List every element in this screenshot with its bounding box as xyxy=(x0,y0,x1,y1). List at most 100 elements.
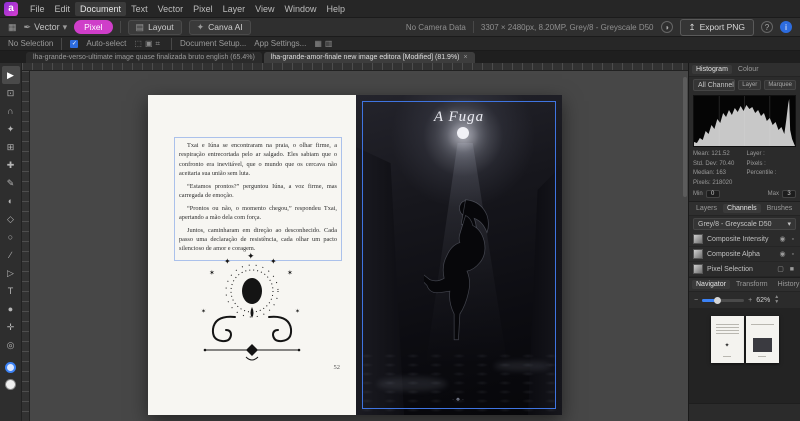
snapping-icons[interactable]: ▦▥ xyxy=(314,39,335,48)
menu-item[interactable]: File xyxy=(25,2,50,16)
tool-button[interactable]: ⊞ xyxy=(2,138,20,156)
max-input[interactable]: 3 xyxy=(782,190,796,198)
menu-item[interactable]: Pixel xyxy=(188,2,218,16)
auto-select-checkbox[interactable]: ✓ xyxy=(70,40,78,48)
paragraph: “Prontos ou não, o momento chegou,” resp… xyxy=(179,204,337,223)
tool-icon: ○ xyxy=(8,232,13,242)
page-thumbnail[interactable]: ✦ xyxy=(711,316,744,363)
panel-tab[interactable]: Channels xyxy=(723,204,761,213)
right-page[interactable]: A Fuga ∙❖∙ xyxy=(356,95,562,415)
tool-icon: ▶ xyxy=(7,70,14,81)
panel-tab[interactable]: Histogram xyxy=(692,65,732,74)
menu-item[interactable]: Vector xyxy=(153,2,189,16)
tool-button[interactable]: ✛ xyxy=(2,318,20,336)
layer-scope-button[interactable]: Layer xyxy=(738,80,761,90)
tool-button[interactable]: ✚ xyxy=(2,156,20,174)
thumbnail-ornament-icon: ✦ xyxy=(724,342,729,349)
help-icon[interactable]: ? xyxy=(761,21,773,33)
chapter-title: A Fuga xyxy=(356,109,562,126)
female-silhouette xyxy=(424,194,510,344)
channel-visibility-icons[interactable]: ▢ ■ xyxy=(777,265,796,273)
paragraph: “Estamos prontos?” perguntou Iúna, a voz… xyxy=(179,182,337,201)
marquee-scope-button[interactable]: Marquee xyxy=(764,80,796,90)
document-info: 3307 × 2480px, 8.20MP, Grey/8 - Greyscal… xyxy=(481,23,654,32)
tool-button[interactable]: ● xyxy=(2,300,20,318)
menu-item[interactable]: Text xyxy=(126,2,153,16)
menu-item[interactable]: Edit xyxy=(50,2,76,16)
panel-tab[interactable]: Transform xyxy=(732,280,772,289)
channel-selector-value: All Channels xyxy=(698,82,735,89)
layout-button[interactable]: ▤ Layout xyxy=(128,20,182,35)
tool-button[interactable]: ◎ xyxy=(2,336,20,354)
vector-persona-selector[interactable]: ✒ Vector ▾ xyxy=(24,22,68,33)
tool-button[interactable]: ∕ xyxy=(2,246,20,264)
panel-tab[interactable]: History xyxy=(774,280,800,289)
channel-visibility-icons[interactable]: ◉ ▫ xyxy=(779,235,796,243)
document-setup-button[interactable]: Document Setup... xyxy=(180,39,246,48)
vertical-ruler[interactable] xyxy=(22,71,30,421)
vector-persona-label: Vector xyxy=(34,22,60,32)
color-mode-dropdown[interactable]: Grey/8 - Greyscale D50 ▾ xyxy=(693,218,796,230)
tool-button[interactable]: ○ xyxy=(2,228,20,246)
close-icon[interactable]: × xyxy=(464,54,468,61)
canvas-area[interactable]: Txai e Iúna se encontraram na praia, o o… xyxy=(30,71,688,421)
export-png-button[interactable]: ↥ Export PNG xyxy=(680,19,754,36)
tool-button[interactable]: ◇ xyxy=(2,210,20,228)
tool-button[interactable]: T xyxy=(2,282,20,300)
histogram-graph xyxy=(693,95,796,147)
menu-item[interactable]: Window xyxy=(279,2,321,16)
tool-icon: T xyxy=(8,286,14,296)
canva-ai-button[interactable]: ✦ Canva AI xyxy=(189,20,251,35)
app-settings-button[interactable]: App Settings... xyxy=(254,39,306,48)
channel-row[interactable]: Composite Intensity ◉ ▫ xyxy=(689,232,800,247)
sun-moon-ornament: ✶ ✦ ✦ ✦ ✶ ✶ ✶ xyxy=(187,247,317,365)
footer-ornament: ∙❖∙ xyxy=(356,397,562,403)
pixel-persona-button[interactable]: Pixel xyxy=(74,20,112,34)
app-logo-icon[interactable]: a xyxy=(4,2,18,16)
min-input[interactable]: 0 xyxy=(706,190,720,198)
tool-strip: ▶ ⊡∩✦⊞✚✎◐◇ ○ ∕▷ T ●✛◎ xyxy=(0,63,22,421)
left-page[interactable]: Txai e Iúna se encontraram na praia, o o… xyxy=(148,95,356,415)
divider xyxy=(171,38,172,50)
vertical-scrollbar[interactable] xyxy=(683,77,687,197)
tool-button[interactable]: ∩ xyxy=(2,102,20,120)
text-frame[interactable]: Txai e Iúna se encontraram na praia, o o… xyxy=(174,137,342,261)
canva-ai-label: Canva AI xyxy=(208,22,243,32)
panel-tab[interactable]: Colour xyxy=(734,65,763,74)
preview-toggle-icon[interactable]: ◑ xyxy=(661,21,673,33)
page-spread[interactable]: Txai e Iúna se encontraram na praia, o o… xyxy=(148,95,562,415)
tool-button[interactable]: ▶ xyxy=(2,66,20,84)
zoom-stepper-icons[interactable]: ▲▼ xyxy=(774,295,779,305)
document-tab-active[interactable]: lha-grande-amor-finale new image editora… xyxy=(264,52,475,63)
channel-selector-dropdown[interactable]: All Channels ▾ xyxy=(693,79,735,91)
panel-tab[interactable]: Layers xyxy=(692,204,721,213)
channel-visibility-icons[interactable]: ◉ ▫ xyxy=(779,250,796,258)
background-color-swatch[interactable] xyxy=(5,379,16,390)
horizontal-ruler[interactable] xyxy=(22,63,688,71)
menu-item[interactable]: Layer xyxy=(218,2,251,16)
selection-mode-icons[interactable]: ⬚▣⌗ xyxy=(134,39,163,49)
tool-button[interactable]: ✎ xyxy=(2,174,20,192)
info-icon[interactable]: i xyxy=(780,21,792,33)
tool-button[interactable]: ✦ xyxy=(2,120,20,138)
channel-row[interactable]: Pixel Selection ▢ ■ xyxy=(689,262,800,277)
panel-tab[interactable]: Brushes xyxy=(763,204,797,213)
panel-tab[interactable]: Navigator xyxy=(692,280,730,289)
tool-button[interactable]: ◐ xyxy=(2,192,20,210)
zoom-out-icon[interactable]: − xyxy=(694,297,698,304)
navigator-preview[interactable]: ✦ xyxy=(689,308,800,403)
document-tab[interactable]: lha-grande-verso-ultimate image quase fi… xyxy=(26,52,262,63)
menu-item[interactable]: View xyxy=(250,2,279,16)
zoom-in-icon[interactable]: + xyxy=(748,297,752,304)
zoom-slider[interactable] xyxy=(702,299,744,302)
channel-thumbnail xyxy=(693,264,703,274)
tool-button[interactable]: ▷ xyxy=(2,264,20,282)
menu-item[interactable]: Document xyxy=(75,2,126,16)
grid-icon[interactable]: ▦ xyxy=(8,22,17,33)
zoom-value[interactable]: 62% xyxy=(756,297,770,304)
page-thumbnail[interactable] xyxy=(746,316,779,363)
channel-row[interactable]: Composite Alpha ◉ ▫ xyxy=(689,247,800,262)
foreground-color-swatch[interactable] xyxy=(5,362,16,373)
menu-item[interactable]: Help xyxy=(322,2,351,16)
tool-button[interactable]: ⊡ xyxy=(2,84,20,102)
